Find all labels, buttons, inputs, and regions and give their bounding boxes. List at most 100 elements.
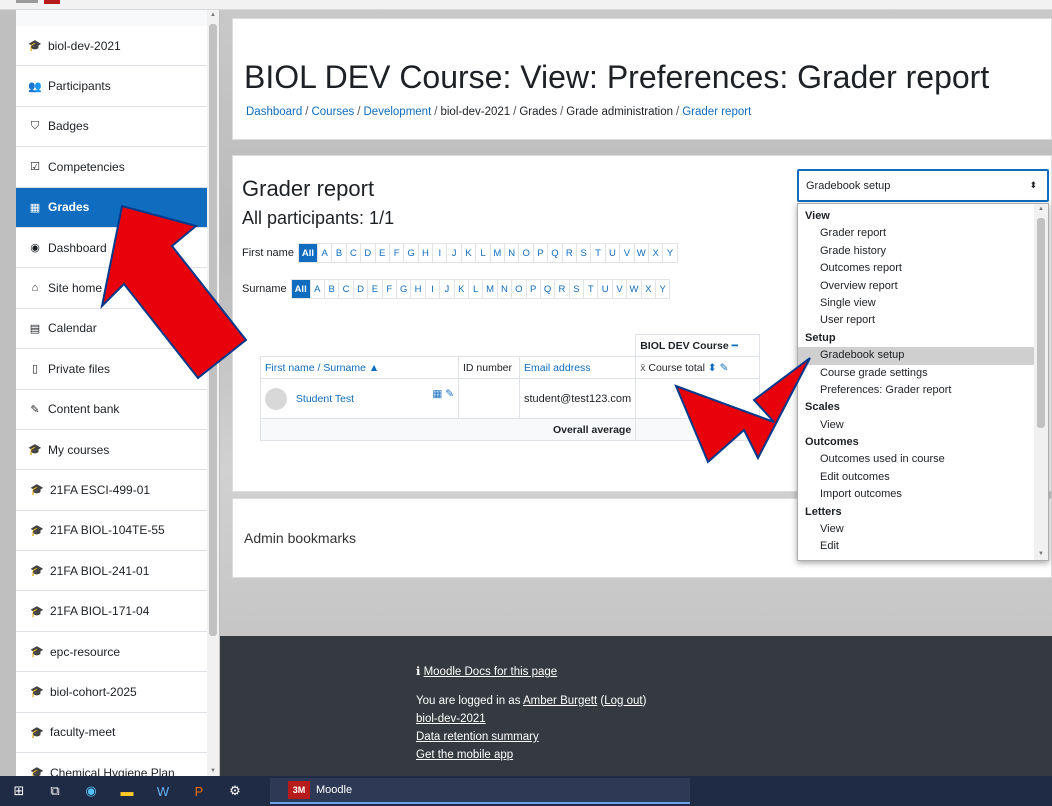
surname-initial-d[interactable]: D — [352, 279, 369, 299]
dropdown-option-preferences-grader-report[interactable]: Preferences: Grader report — [798, 382, 1035, 399]
grade-table-icon[interactable]: ▦ — [432, 388, 442, 400]
dropdown-option-overview-report[interactable]: Overview report — [798, 278, 1035, 295]
surname-initial-p[interactable]: P — [525, 279, 541, 299]
dropdown-option-outcomes-used-in-course[interactable]: Outcomes used in course — [798, 451, 1035, 468]
dropdown-option-grade-history[interactable]: Grade history — [798, 243, 1035, 260]
dropdown-option-outcomes-report[interactable]: Outcomes report — [798, 260, 1035, 277]
settings-gear-icon[interactable]: ⚙ — [224, 780, 246, 802]
edit-pencil-icon[interactable]: ✎ — [445, 388, 454, 400]
surname-initial-i[interactable]: I — [424, 279, 441, 299]
task-view-icon[interactable]: ⧉ — [44, 780, 66, 802]
surname-initial-r[interactable]: R — [554, 279, 570, 299]
firstname-initial-c[interactable]: C — [345, 243, 362, 263]
surname-initial-b[interactable]: B — [324, 279, 340, 299]
breadcrumb-item[interactable]: Development — [364, 106, 432, 118]
firstname-initial-l[interactable]: L — [475, 243, 491, 263]
dropdown-option-grader-report[interactable]: Grader report — [798, 225, 1035, 242]
course-home-link[interactable]: biol-dev-2021 — [416, 713, 486, 725]
sidebar-item-chemical-hygiene-plan[interactable]: 🎓 Chemical Hygiene Plan — [16, 753, 214, 776]
word-app-icon[interactable]: W — [152, 780, 174, 802]
data-retention-link[interactable]: Data retention summary — [416, 731, 539, 743]
dropdown-option-view[interactable]: View — [798, 417, 1035, 434]
scroll-up-arrow-icon[interactable]: ▲ — [209, 12, 217, 18]
sidebar-item-my-courses[interactable]: 🎓 My courses — [16, 429, 214, 471]
firstname-initial-y[interactable]: Y — [662, 243, 678, 263]
breadcrumb-item[interactable]: Courses — [311, 106, 354, 118]
surname-initial-k[interactable]: K — [453, 279, 469, 299]
sidebar-item-competencies[interactable]: ☑ Competencies — [16, 147, 214, 188]
sidebar-item-21fa-biol-241-01[interactable]: 🎓 21FA BIOL-241-01 — [16, 551, 214, 592]
surname-initial-v[interactable]: V — [611, 279, 628, 299]
firstname-initial-f[interactable]: F — [388, 243, 405, 263]
breadcrumb-item[interactable]: Dashboard — [246, 106, 302, 118]
firstname-initial-a[interactable]: A — [316, 243, 333, 263]
firstname-initial-d[interactable]: D — [360, 243, 376, 263]
surname-initial-a[interactable]: A — [309, 279, 326, 299]
edit-pencil-icon[interactable]: ✎ — [720, 362, 729, 374]
scrollbar-thumb[interactable] — [209, 24, 217, 636]
firstname-initial-q[interactable]: Q — [547, 243, 563, 263]
scroll-down-arrow-icon[interactable]: ▼ — [1037, 551, 1045, 557]
dropdown-scrollbar-thumb[interactable] — [1037, 218, 1045, 428]
gradebook-select-dropdown[interactable]: View Grader report Grade history Outcomes r… — [797, 203, 1049, 561]
surname-initial-n[interactable]: N — [496, 279, 513, 299]
dropdown-option-edit[interactable]: Edit — [798, 538, 1035, 555]
surname-initial-q[interactable]: Q — [539, 279, 556, 299]
dropdown-option-course-grade-settings[interactable]: Course grade settings — [798, 365, 1035, 382]
surname-initial-u[interactable]: U — [597, 279, 613, 299]
drawer-scrollbar[interactable]: ▲ ▼ — [207, 10, 219, 776]
sidebar-item-private-files[interactable]: ▯ Private files — [16, 349, 214, 390]
dropdown-option-import-outcomes[interactable]: Import outcomes — [798, 486, 1035, 503]
email-column-header[interactable]: Email address — [518, 356, 637, 379]
firstname-initial-p[interactable]: P — [532, 243, 549, 263]
dropdown-scrollbar[interactable]: ▲ ▼ — [1034, 204, 1048, 560]
windows-start-icon[interactable]: ⊞ — [8, 780, 30, 802]
surname-initial-g[interactable]: G — [395, 279, 412, 299]
surname-initial-j[interactable]: J — [439, 279, 455, 299]
taskbar-moodle-window[interactable]: 3M Moodle — [270, 778, 690, 804]
gradebook-navigation-select[interactable]: Gradebook setup ⬍ — [797, 169, 1049, 202]
firstname-initial-n[interactable]: N — [504, 243, 520, 263]
sidebar-item-21fa-biol-171-04[interactable]: 🎓 21FA BIOL-171-04 — [16, 591, 214, 632]
dropdown-option-single-view[interactable]: Single view — [798, 295, 1035, 312]
surname-initial-all[interactable]: All — [290, 279, 311, 299]
edge-browser-icon[interactable]: ◉ — [80, 780, 102, 802]
surname-initial-h[interactable]: H — [410, 279, 426, 299]
sidebar-item-badges[interactable]: ⛉ Badges — [16, 106, 214, 148]
surname-initial-o[interactable]: O — [511, 279, 527, 299]
dropdown-option-view[interactable]: View — [798, 521, 1035, 538]
firstname-initial-w[interactable]: W — [633, 243, 649, 263]
sidebar-item-grades[interactable]: ▦ Grades — [16, 187, 214, 228]
name-column-header[interactable]: First name / Surname ▲ — [260, 356, 459, 379]
student-total-cell[interactable] — [635, 378, 761, 419]
sidebar-item-biol-cohort-2025[interactable]: 🎓 biol-cohort-2025 — [16, 672, 214, 713]
surname-initial-t[interactable]: T — [583, 279, 599, 299]
sidebar-item-epc-resource[interactable]: 🎓 epc-resource — [16, 631, 214, 673]
dropdown-option-edit-outcomes[interactable]: Edit outcomes — [798, 469, 1035, 486]
firstname-initial-v[interactable]: V — [619, 243, 635, 263]
sidebar-item-dashboard[interactable]: ◉ Dashboard — [16, 227, 214, 269]
sort-icon[interactable]: ⬍ — [708, 362, 717, 374]
student-name-link[interactable]: Student Test — [296, 392, 354, 404]
scroll-up-arrow-icon[interactable]: ▲ — [1037, 206, 1045, 212]
sidebar-item-participants[interactable]: 👥 Participants — [16, 66, 214, 107]
firstname-initial-h[interactable]: H — [417, 243, 434, 263]
surname-initial-w[interactable]: W — [626, 279, 642, 299]
firstname-initial-e[interactable]: E — [374, 243, 390, 263]
avatar[interactable] — [265, 387, 287, 410]
surname-initial-s[interactable]: S — [568, 279, 585, 299]
firstname-initial-m[interactable]: M — [489, 243, 506, 263]
surname-initial-c[interactable]: C — [338, 279, 354, 299]
sidebar-item-21fa-biol-104te-55[interactable]: 🎓 21FA BIOL-104TE-55 — [16, 510, 214, 552]
surname-initial-f[interactable]: F — [381, 279, 397, 299]
surname-initial-l[interactable]: L — [467, 279, 484, 299]
user-profile-link[interactable]: Amber Burgett — [523, 695, 597, 707]
moodle-docs-link[interactable]: Moodle Docs for this page — [424, 666, 558, 678]
firstname-initial-r[interactable]: R — [561, 243, 577, 263]
firstname-initial-all[interactable]: All — [297, 243, 318, 263]
firstname-initial-s[interactable]: S — [576, 243, 592, 263]
firstname-initial-j[interactable]: J — [446, 243, 462, 263]
surname-initial-y[interactable]: Y — [655, 279, 671, 299]
sidebar-item-site-home[interactable]: ⌂ Site home — [16, 268, 214, 309]
firstname-initial-o[interactable]: O — [518, 243, 534, 263]
